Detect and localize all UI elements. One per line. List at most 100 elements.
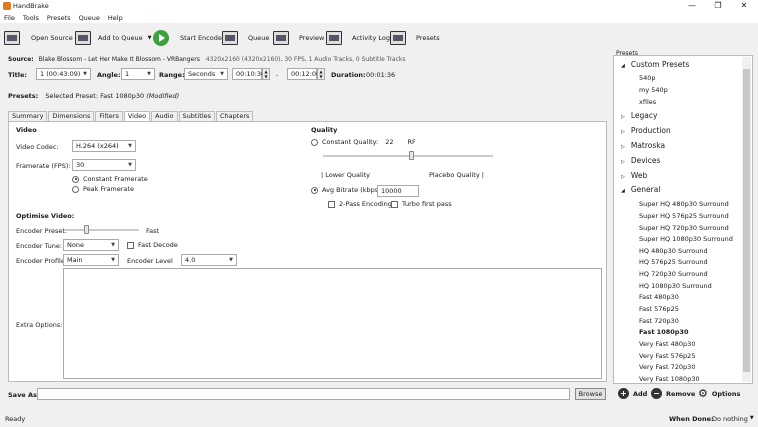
preset-item[interactable]: HQ 576p25 Surround [639, 258, 752, 266]
preset-item-selected[interactable]: Fast 1080p30 [639, 328, 752, 336]
menu-file[interactable]: File [4, 14, 15, 22]
chevron-right-icon: ▷ [621, 174, 625, 180]
presets-scrollbar-thumb[interactable] [743, 69, 750, 372]
preset-group-custom-presets[interactable]: ◢ Custom Presets [614, 60, 742, 69]
constant-quality-option[interactable]: Constant Quality: 22 RF [311, 138, 416, 146]
duration-value: 00:01:36 [366, 71, 396, 79]
preset-item[interactable]: xfiles [639, 98, 752, 106]
peak-framerate-radio[interactable] [72, 185, 79, 193]
turbo-first-pass-option[interactable]: Turbo first pass [391, 200, 452, 208]
restore-button[interactable]: ❐ [706, 0, 730, 12]
range-end-input[interactable]: 00:12:06 [287, 68, 320, 80]
menu-queue[interactable]: Queue [79, 14, 100, 22]
tab-filters[interactable]: Filters [95, 111, 123, 121]
preset-item[interactable]: Fast 480p30 [639, 293, 752, 301]
encoder-preset-thumb[interactable] [84, 225, 89, 234]
close-button[interactable]: ✕ [732, 0, 756, 12]
avg-bitrate-input[interactable]: 10000 [377, 185, 419, 197]
encoder-level-select[interactable]: 4.0 ▼ [181, 254, 237, 266]
video-heading: Video [16, 126, 37, 134]
menu-help[interactable]: Help [108, 14, 123, 22]
presets-button[interactable]: Presets [390, 28, 440, 47]
encoder-profile-select[interactable]: Main ▼ [63, 254, 119, 266]
encoder-tune-select[interactable]: None ▼ [63, 239, 119, 251]
chevron-down-icon: ▼ [128, 162, 132, 168]
chevron-down-icon[interactable]: ▼ [148, 35, 152, 41]
range-start-spinner[interactable]: ▲ ▼ [262, 68, 270, 80]
preset-item[interactable]: Super HQ 720p30 Surround [639, 224, 752, 232]
tab-chapters[interactable]: Chapters [216, 111, 254, 121]
fast-decode-option[interactable]: Fast Decode [127, 241, 178, 249]
preset-item[interactable]: Super HQ 480p30 Surround [639, 200, 752, 208]
preset-item[interactable]: Fast 576p25 [639, 305, 752, 313]
minimize-button[interactable]: — [680, 0, 704, 12]
preset-group-devices[interactable]: ▷ Devices [614, 156, 742, 165]
queue-button[interactable]: Queue [222, 28, 269, 47]
preset-options-button[interactable]: ⚙ Options [698, 388, 740, 399]
activity-log-button[interactable]: Activity Log [326, 28, 390, 47]
preset-item[interactable]: my 540p [639, 86, 752, 94]
preset-item[interactable]: 540p [639, 74, 752, 82]
preset-group-legacy[interactable]: ▷ Legacy [614, 111, 742, 120]
constant-framerate-radio[interactable] [72, 175, 79, 183]
constant-framerate-option[interactable]: Constant Framerate [72, 175, 148, 183]
add-queue-icon [75, 30, 91, 45]
preview-button[interactable]: Preview [273, 28, 324, 47]
extra-options-textarea[interactable] [63, 268, 602, 379]
preset-group-production[interactable]: ▷ Production [614, 126, 742, 135]
source-name: Blake Blossom - Let Her Make It Blossom … [38, 56, 200, 63]
add-to-queue-button[interactable]: Add to Queue ▼ [75, 28, 151, 47]
tab-dimensions[interactable]: Dimensions [48, 111, 95, 121]
remove-preset-button[interactable]: − Remove [651, 388, 695, 399]
open-source-button[interactable]: Open Source [4, 28, 73, 47]
preset-item[interactable]: Super HQ 576p25 Surround [639, 212, 752, 220]
preset-group-general[interactable]: ◢ General [614, 185, 742, 194]
avg-bitrate-option[interactable]: Avg Bitrate (kbps): [311, 186, 383, 194]
tab-subtitles[interactable]: Subtitles [178, 111, 216, 121]
tab-audio[interactable]: Audio [151, 111, 178, 121]
add-preset-button[interactable]: + Add [618, 388, 647, 399]
range-select[interactable]: Seconds ▼ [184, 68, 228, 80]
preset-item[interactable]: Very Fast 720p30 [639, 363, 752, 371]
constant-quality-radio[interactable] [311, 138, 318, 146]
two-pass-option[interactable]: 2-Pass Encoding [328, 200, 392, 208]
range-start-input[interactable]: 00:10:30 [232, 68, 265, 80]
preset-item[interactable]: Fast 720p30 [639, 317, 752, 325]
fast-decode-checkbox[interactable] [127, 241, 134, 249]
menu-tools[interactable]: Tools [23, 14, 39, 22]
save-as-input[interactable] [37, 388, 570, 400]
angle-label: Angle: [97, 71, 121, 79]
preset-item[interactable]: HQ 1080p30 Surround [639, 282, 752, 290]
preset-group-matroska[interactable]: ▷ Matroska [614, 141, 742, 150]
avg-bitrate-radio[interactable] [311, 186, 318, 194]
peak-framerate-option[interactable]: Peak Framerate [72, 185, 134, 193]
encoder-preset-slider[interactable] [64, 229, 139, 231]
browse-button[interactable]: Browse [575, 388, 606, 400]
tab-summary[interactable]: Summary [8, 111, 48, 121]
video-codec-label: Video Codec: [16, 143, 59, 151]
constant-quality-value: 22 [385, 138, 394, 146]
preset-item[interactable]: HQ 480p30 Surround [639, 247, 752, 255]
preset-item[interactable]: Very Fast 576p25 [639, 352, 752, 360]
turbo-first-pass-checkbox[interactable] [391, 200, 398, 208]
video-codec-select[interactable]: H.264 (x264) ▼ [72, 140, 136, 152]
range-end-spinner[interactable]: ▲ ▼ [317, 68, 325, 80]
title-select[interactable]: 1 (00:43:09) ▼ [36, 68, 91, 80]
window-title: HandBrake [13, 2, 49, 10]
tab-bar: Summary Dimensions Filters Video Audio S… [8, 111, 254, 121]
presets-label: Presets: [8, 92, 39, 100]
preset-item[interactable]: Very Fast 480p30 [639, 340, 752, 348]
start-encode-button[interactable]: Start Encode [153, 28, 222, 47]
preset-item[interactable]: HQ 720p30 Surround [639, 270, 752, 278]
quality-slider-thumb[interactable] [408, 151, 414, 160]
when-done-select[interactable]: Do nothing ▼ [712, 415, 754, 423]
two-pass-checkbox[interactable] [328, 200, 335, 208]
preset-item[interactable]: Super HQ 1080p30 Surround [639, 235, 752, 243]
preset-item[interactable]: Very Fast 1080p30 [639, 375, 752, 383]
framerate-select[interactable]: 30 ▼ [72, 159, 136, 171]
menu-presets[interactable]: Presets [47, 14, 71, 22]
tab-video[interactable]: Video [123, 111, 151, 121]
angle-select[interactable]: 1 ▼ [121, 68, 155, 80]
preset-group-web[interactable]: ▷ Web [614, 171, 742, 180]
source-row: Source: Blake Blossom - Let Her Make It … [8, 56, 406, 63]
